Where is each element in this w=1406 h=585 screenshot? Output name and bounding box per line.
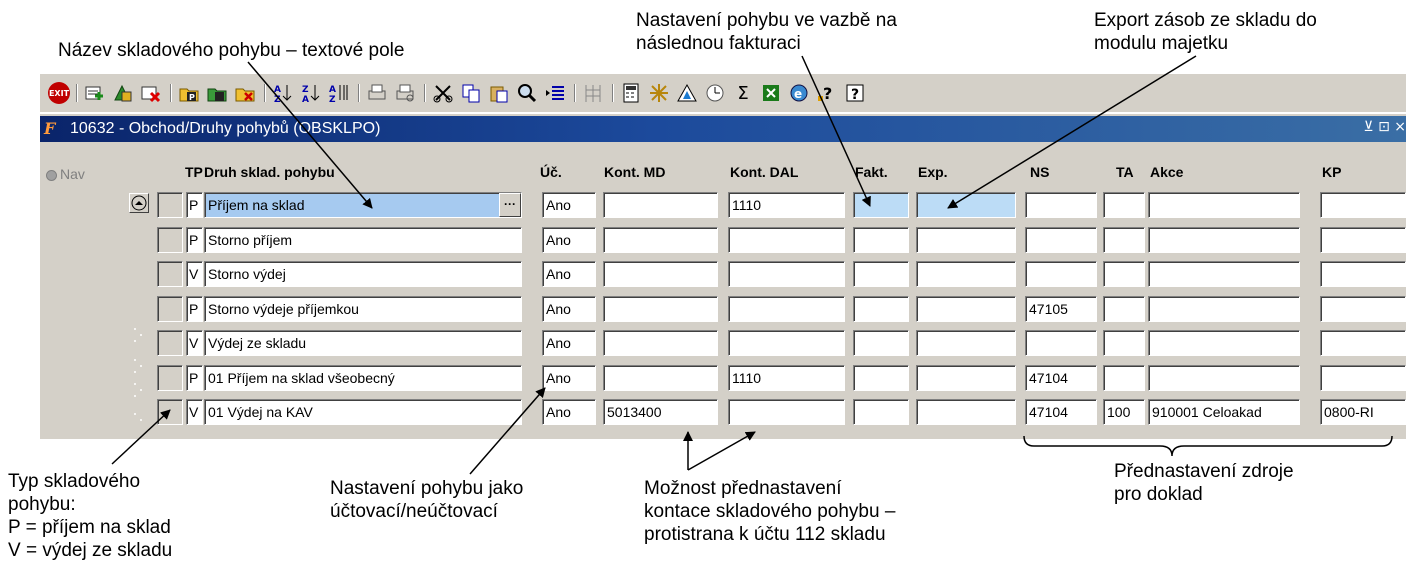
brace-zdroj <box>1023 435 1393 457</box>
arrow-fakt <box>801 55 871 207</box>
arrow-kont-dal <box>687 431 756 471</box>
arrow-type <box>111 409 171 465</box>
arrow-uc <box>469 387 546 475</box>
annotation-arrows <box>111 55 1393 475</box>
arrow-name-field <box>247 61 373 209</box>
arrow-export <box>947 55 1197 209</box>
